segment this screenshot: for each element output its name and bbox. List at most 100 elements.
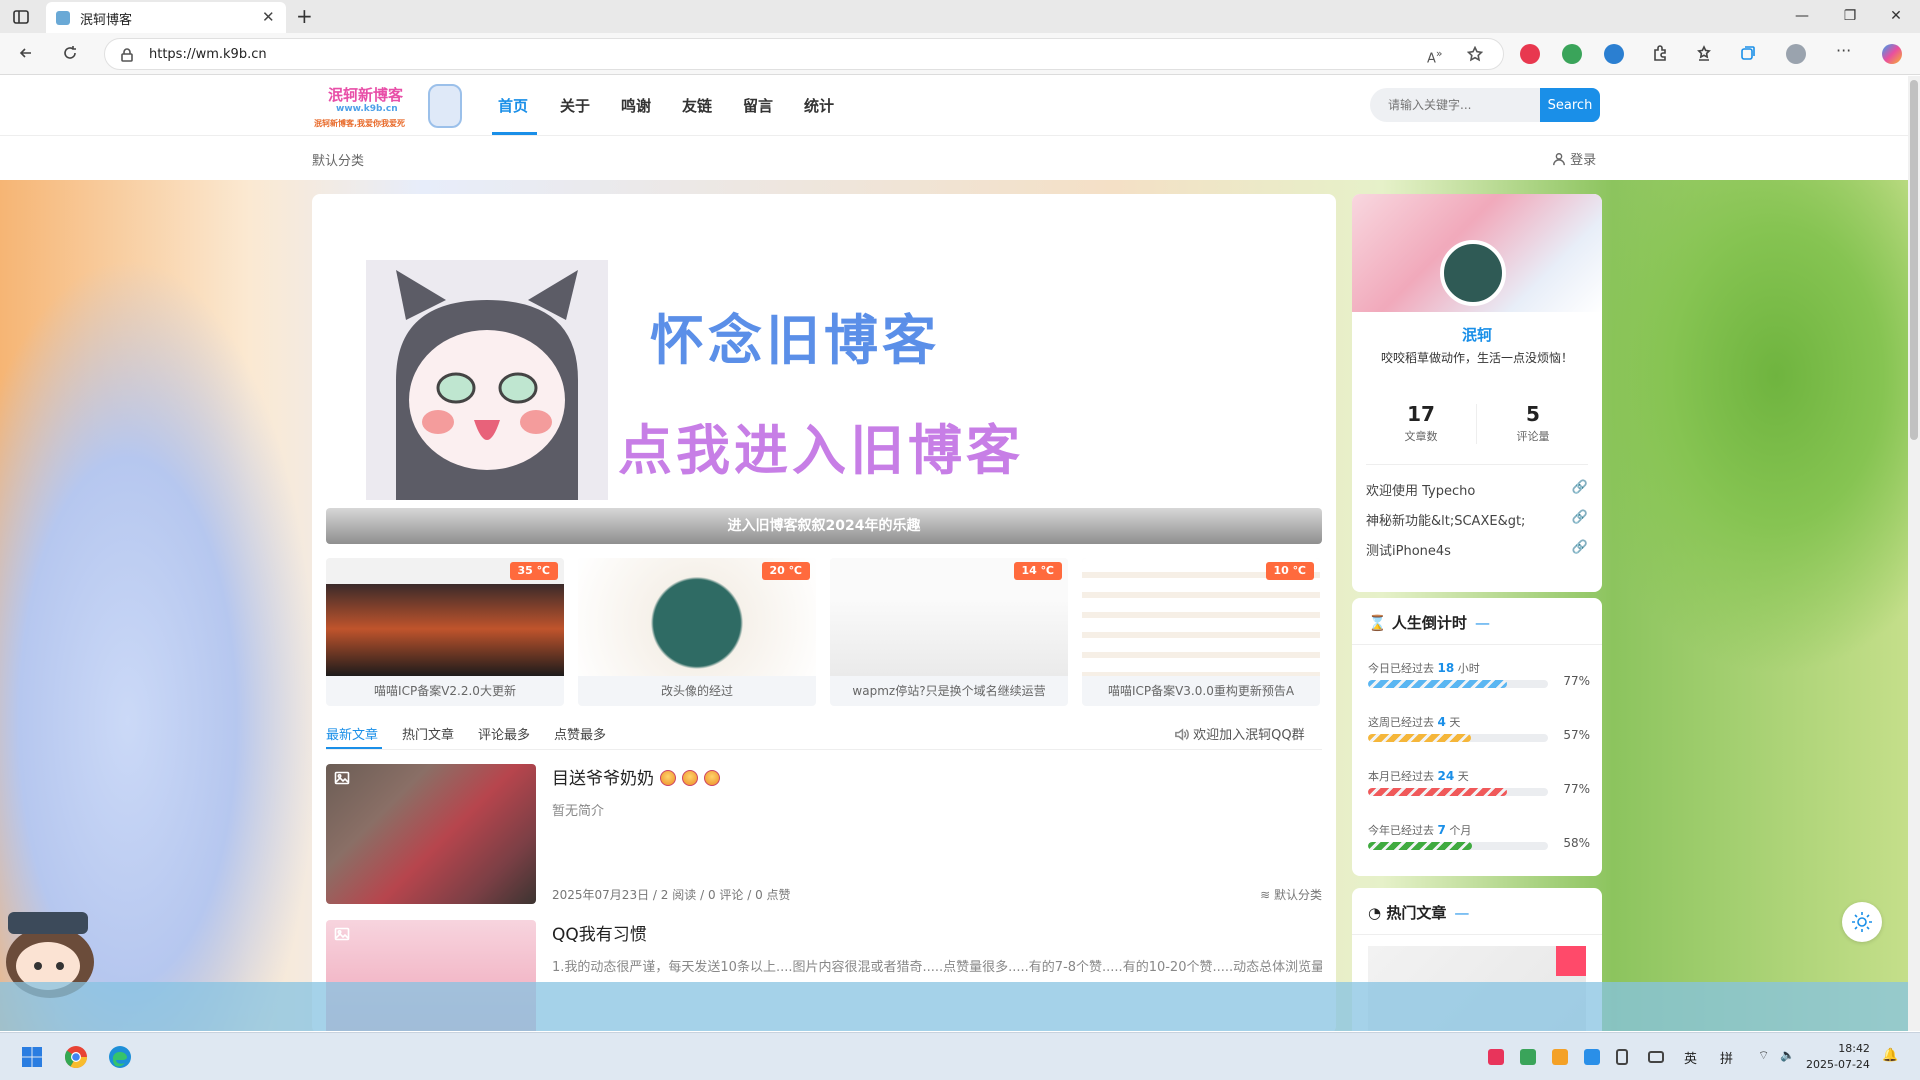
featured-post-card[interactable]: 20 ℃ 改头像的经过 [578, 558, 816, 706]
featured-caption: 喵喵ICP备案V3.0.0重构更新预告A [1107, 684, 1295, 698]
notification-bell-icon[interactable]: 🔔 [1882, 1048, 1898, 1063]
widget-title: ⌛ 人生倒计时 — [1368, 612, 1490, 633]
usb-icon[interactable] [1616, 1049, 1628, 1065]
heat-badge: 10 ℃ [1265, 562, 1314, 580]
logo-slogan: 泯轲新博客,我爱你我爱死 [314, 119, 406, 128]
favorite-star-icon[interactable] [1467, 46, 1483, 62]
author-signature: 咬咬稻草做动作，生活一点没烦恼！ [1380, 351, 1573, 365]
countdown-row: 本月已经过去 24 天 77% [1368, 768, 1590, 796]
profile-avatar-icon[interactable] [1786, 44, 1806, 64]
banner-caption-bar[interactable]: 进入旧博客叙叙2024年的乐趣 [326, 508, 1322, 544]
countdown-label: 本月已经过去 24 天 [1368, 769, 1469, 783]
ime-language[interactable]: 英 [1684, 1048, 1697, 1067]
post-category[interactable]: ≋ 默认分类 [1260, 886, 1322, 903]
recent-post-link[interactable]: 测试iPhone4s 🔗 [1366, 540, 1588, 559]
site-logo[interactable]: 泯轲新博客 www.k9b.cn 泯轲新博客,我爱你我爱死 [312, 82, 464, 132]
wifi-icon[interactable]: ⌔ [1758, 1048, 1769, 1063]
featured-post-card[interactable]: 35 ℃ 喵喵ICP备案V2.2.0大更新 [326, 558, 564, 706]
ime-mode[interactable]: 拼 [1720, 1048, 1733, 1067]
title-dash: — [1474, 614, 1490, 632]
nav-about[interactable]: 关于 [560, 95, 590, 116]
logo-title: 泯轲新博客 [328, 86, 404, 104]
restore-icon[interactable]: ❐ [1840, 8, 1860, 26]
qq-group-notice[interactable]: 欢迎加入泯轲QQ群 [1174, 724, 1305, 743]
post-category-label: 默认分类 [1273, 888, 1322, 902]
progress-fill [1368, 680, 1507, 688]
extension-icon[interactable] [1520, 44, 1540, 64]
extension-icon[interactable] [1562, 44, 1582, 64]
lock-icon[interactable] [119, 47, 135, 63]
copilot-icon[interactable] [1882, 44, 1902, 64]
theme-toggle-button[interactable] [1842, 902, 1882, 942]
post-thumbnail [326, 764, 536, 904]
progress-fill [1368, 788, 1507, 796]
search-input[interactable] [1370, 88, 1540, 122]
tab-hot[interactable]: 热门文章 [402, 724, 454, 743]
featured-caption: 改头像的经过 [660, 684, 733, 698]
read-aloud-icon[interactable]: A» [1427, 47, 1443, 66]
old-blog-banner[interactable]: 怀念旧博客 点我进入旧博客 [326, 208, 1322, 548]
extensions-puzzle-icon[interactable] [1652, 45, 1668, 61]
edge-icon[interactable] [108, 1045, 132, 1069]
chrome-icon[interactable] [64, 1045, 88, 1069]
nav-friend-links[interactable]: 友链 [682, 95, 712, 116]
author-name[interactable]: 泯轲 [1352, 324, 1602, 345]
minimize-icon[interactable]: — [1792, 8, 1812, 26]
web-page: 泯轲新博客 www.k9b.cn 泯轲新博客,我爱你我爱死 首页 关于 鸣谢 友… [0, 76, 1920, 1031]
tab-most-comments[interactable]: 评论最多 [478, 724, 530, 743]
tab-most-likes[interactable]: 点赞最多 [554, 724, 606, 743]
nav-statistics[interactable]: 统计 [804, 95, 834, 116]
browser-tab-bar: 泯轲博客 ✕ + — ❐ ✕ [0, 0, 1920, 33]
favorites-icon[interactable] [1696, 45, 1712, 61]
tray-app-icon[interactable] [1488, 1049, 1504, 1065]
qq-group-label: 欢迎加入泯轲QQ群 [1193, 728, 1305, 743]
countdown-label: 今日已经过去 18 小时 [1368, 661, 1480, 675]
collections-icon[interactable] [1740, 45, 1756, 61]
recent-post-link[interactable]: 神秘新功能&lt;SCAXE&gt; 🔗 [1366, 510, 1588, 529]
close-window-icon[interactable]: ✕ [1886, 8, 1906, 26]
nav-guestbook[interactable]: 留言 [743, 95, 773, 116]
address-toolbar: https://wm.k9b.cn A» ··· [0, 33, 1920, 75]
countdown-progress-bar [1368, 842, 1548, 850]
stat-posts: 17 文章数 [1366, 402, 1476, 444]
address-bar[interactable]: https://wm.k9b.cn A» [104, 38, 1504, 70]
avatar[interactable] [1440, 240, 1506, 306]
scrollbar-thumb[interactable] [1910, 80, 1918, 440]
category-bar: 默认分类 登录 [0, 136, 1920, 180]
nav-home[interactable]: 首页 [498, 95, 528, 116]
nav-thanks[interactable]: 鸣谢 [621, 95, 651, 116]
featured-post-card[interactable]: 10 ℃ 喵喵ICP备案V3.0.0重构更新预告A [1082, 558, 1320, 706]
extension-icon[interactable] [1604, 44, 1624, 64]
title-dash: — [1454, 904, 1470, 922]
page-scrollbar[interactable] [1908, 76, 1920, 1031]
featured-post-card[interactable]: 14 ℃ wapmz停站?只是换个域名继续运营 [830, 558, 1068, 706]
login-link[interactable]: 登录 [1552, 149, 1596, 168]
refresh-icon[interactable] [62, 45, 78, 61]
back-icon[interactable] [18, 45, 34, 61]
heat-badge: 35 ℃ [509, 562, 558, 580]
tab-latest[interactable]: 最新文章 [326, 724, 378, 743]
stat-comments: 5 评论量 [1478, 402, 1588, 444]
tray-app-icon[interactable] [1520, 1049, 1536, 1065]
volume-icon[interactable]: 🔈 [1780, 1048, 1795, 1062]
post-comments: 0 评论 [707, 888, 744, 902]
recent-post-link[interactable]: 欢迎使用 Typecho 🔗 [1366, 480, 1588, 499]
category-default-link[interactable]: 默认分类 [312, 150, 364, 169]
tab-actions-icon[interactable] [12, 8, 30, 26]
divider [1352, 644, 1602, 645]
search-button[interactable]: Search [1540, 88, 1600, 122]
tray-app-icon[interactable] [1552, 1049, 1568, 1065]
speaker-icon [1175, 728, 1189, 741]
browser-tab[interactable]: 泯轲博客 ✕ [46, 2, 286, 33]
windows-start-icon[interactable] [20, 1045, 44, 1069]
more-menu-icon[interactable]: ··· [1836, 41, 1851, 60]
close-tab-icon[interactable]: ✕ [262, 9, 275, 25]
system-clock[interactable]: 18:42 2025-07-24 [1806, 1041, 1870, 1073]
windows-taskbar: 英 拼 ⌔ 🔈 18:42 2025-07-24 🔔 [0, 1032, 1920, 1080]
new-tab-icon[interactable]: + [296, 6, 313, 26]
url-text[interactable]: https://wm.k9b.cn [149, 47, 267, 62]
post-item[interactable]: 目送爷爷奶奶 暂无简介 2025年07月23日 / 2 阅读 / 0 评论 / … [326, 764, 1322, 904]
tray-app-icon[interactable] [1584, 1049, 1600, 1065]
countdown-percent: 58% [1563, 836, 1590, 850]
keyboard-icon[interactable] [1648, 1051, 1664, 1063]
